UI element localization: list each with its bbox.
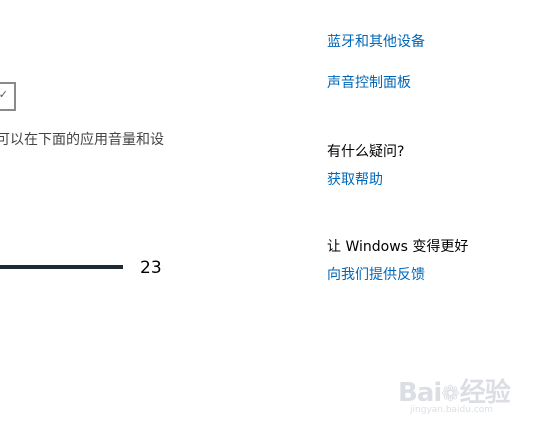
paw-icon: ❁ (441, 382, 460, 407)
volume-slider[interactable] (0, 265, 123, 269)
bluetooth-devices-link[interactable]: 蓝牙和其他设备 (327, 31, 425, 51)
help-heading: 有什么疑问? (327, 144, 405, 160)
output-device-dropdown[interactable]: ✓ (0, 82, 16, 111)
chevron-down-icon: ✓ (0, 88, 8, 101)
baidu-watermark: Bai❁经验 jingyan.baidu.com (398, 372, 511, 415)
volume-value: 23 (140, 258, 162, 278)
get-help-link[interactable]: 获取帮助 (327, 169, 383, 189)
feedback-heading: 让 Windows 变得更好 (327, 239, 469, 255)
watermark-suffix: 经验 (459, 378, 511, 408)
app-volume-description: 可以在下面的应用音量和设 (0, 132, 164, 148)
watermark-brand: Bai (398, 378, 442, 408)
give-feedback-link[interactable]: 向我们提供反馈 (327, 264, 425, 284)
sound-control-panel-link[interactable]: 声音控制面板 (327, 72, 411, 92)
